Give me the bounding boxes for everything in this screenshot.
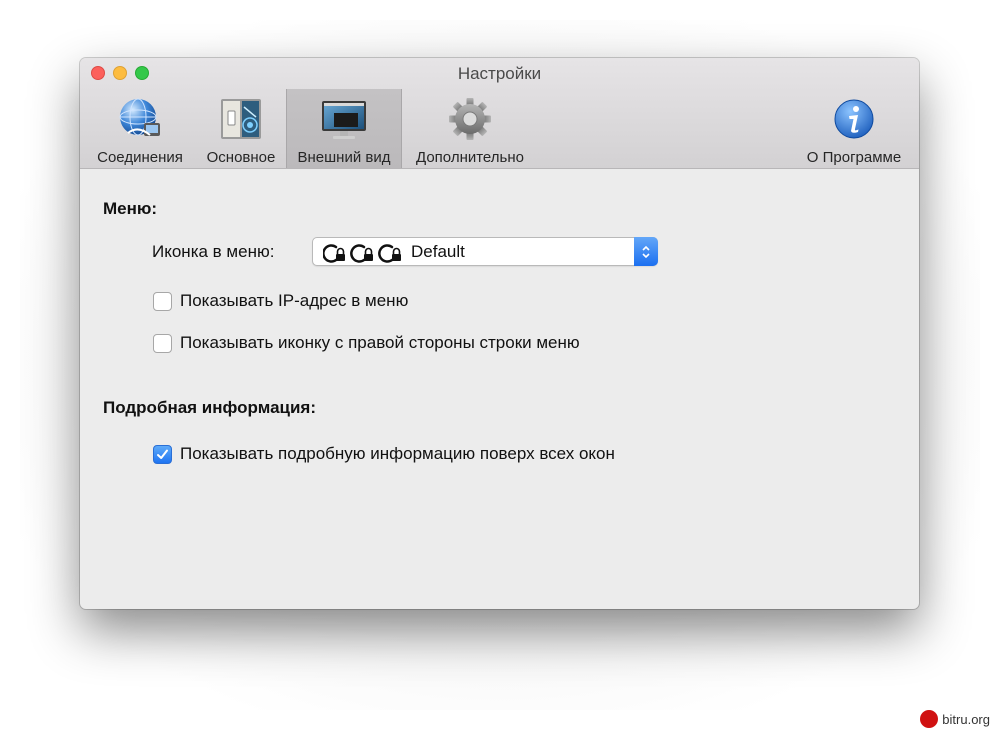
- show-ip-label: Показывать IP-адрес в меню: [180, 291, 409, 310]
- show-on-top-option[interactable]: Показывать подробную информацию поверх в…: [153, 444, 615, 464]
- info-icon: [834, 99, 874, 139]
- show-on-top-checkbox[interactable]: [153, 444, 172, 464]
- tab-about-label: О Программе: [806, 149, 902, 166]
- tab-advanced-label: Дополнительно: [416, 149, 524, 166]
- tab-appearance-label: Внешний вид: [297, 149, 391, 166]
- select-arrows-icon[interactable]: [634, 237, 658, 266]
- switch-panel-icon: [221, 99, 261, 139]
- show-icon-right-label: Показывать иконку с правой стороны строк…: [180, 333, 580, 352]
- show-ip-checkbox[interactable]: [153, 291, 172, 311]
- watermark-text: bitru.org: [942, 711, 990, 727]
- preferences-window: Настройки Соединения Основное Внешний ви…: [80, 58, 919, 609]
- tab-general-label: Основное: [206, 149, 276, 166]
- tab-general[interactable]: Основное: [196, 89, 286, 168]
- watermark-logo-icon: [920, 710, 939, 728]
- menu-icon-label: Иконка в меню:: [152, 242, 275, 261]
- menu-section-heading: Меню:: [103, 199, 158, 218]
- details-section-heading: Подробная информация:: [103, 398, 317, 417]
- preferences-content: Меню: Иконка в меню: Default Показывать …: [80, 169, 919, 609]
- monitor-icon: [322, 101, 366, 139]
- globe-network-icon: [119, 98, 160, 136]
- window-title: Настройки: [457, 64, 542, 83]
- show-on-top-label: Показывать подробную информацию поверх в…: [180, 444, 615, 463]
- watermark: bitru.org: [920, 710, 990, 728]
- show-icon-right-option[interactable]: Показывать иконку с правой стороны строк…: [153, 333, 580, 353]
- tab-connections-label: Соединения: [97, 149, 183, 166]
- show-ip-option[interactable]: Показывать IP-адрес в меню: [153, 291, 408, 311]
- gear-icon: [449, 98, 491, 140]
- tab-advanced[interactable]: Дополнительно: [406, 89, 534, 168]
- show-icon-right-checkbox[interactable]: [153, 333, 172, 353]
- menu-icon-select[interactable]: Default: [312, 237, 658, 266]
- menu-icon-select-value: Default: [411, 242, 465, 261]
- menu-icon-preview: [323, 243, 409, 263]
- checkmark-icon: [157, 449, 168, 459]
- lock-antenna-icon: [323, 244, 401, 263]
- tab-connections[interactable]: Соединения: [86, 89, 194, 168]
- title-bar: Настройки Соединения Основное Внешний ви…: [80, 58, 919, 169]
- tab-about[interactable]: О Программе: [794, 89, 914, 168]
- tab-appearance[interactable]: Внешний вид: [286, 89, 402, 168]
